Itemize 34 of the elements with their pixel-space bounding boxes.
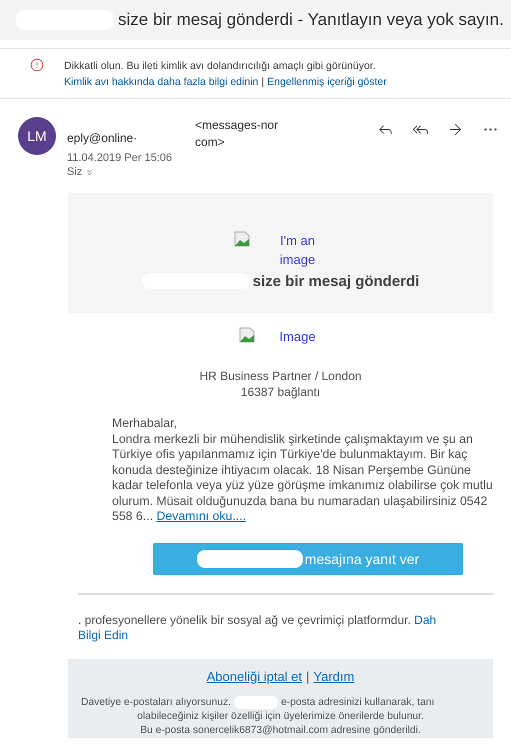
sender-address: com>: [195, 134, 226, 151]
subject-title: size bir mesaj gönderdi - Yanıtlayın veya yok sayın.: [118, 10, 504, 30]
link-separator: |: [306, 668, 310, 684]
footer-notice: e-posta adresinizi kullanarak, tanı: [280, 696, 434, 710]
link-separator: |: [261, 75, 264, 90]
sent-date: 11.04.2019 Per 15:06: [67, 151, 173, 165]
learn-more-link[interactable]: Dah: [414, 612, 436, 626]
help-link[interactable]: Yardım: [313, 668, 354, 684]
warning-text: Dikkatli olun. Bu ileti kimlik avı dolandırıcılığı amaçlı gibi görünüyor.: [64, 59, 377, 74]
footer-notice: Davetiye e-postaları alıyorsunuz.: [81, 696, 231, 710]
profile-headline: HR Business Partner / London: [199, 368, 362, 384]
alert-icon: [30, 58, 44, 72]
learn-more-link[interactable]: Bilgi Edin: [78, 628, 128, 642]
connection-count: 16387 bağlantı: [240, 384, 320, 400]
learn-more-link[interactable]: Kimlik avı hakkında daha fazla bilgi edinin: [64, 74, 258, 90]
image-alt-text: Image: [278, 328, 317, 346]
footer-notice: Bu e-posta sonercelik6873@hotmail.com adresine gönderildi.: [140, 724, 421, 738]
recipient: Siz: [67, 165, 82, 179]
image-alt-text: I'm an image: [278, 232, 316, 268]
broken-image-icon: [238, 327, 254, 343]
sender-address: <messages-nor: [195, 117, 278, 134]
show-blocked-content-link[interactable]: Engellenmiş içeriği göster: [267, 74, 387, 90]
sender-address: eply@online·: [67, 130, 138, 147]
broken-image-icon: [234, 230, 250, 246]
banner-title: size bir mesaj gönderdi: [252, 272, 420, 290]
about-text: . profesyonellere yönelik bir sosyal ağ ve çevrimiçi platformdur.: [78, 612, 411, 626]
greeting: Merhabalar,: [112, 416, 178, 432]
footer-notice: olabileceğiniz kişiler özelliği için üyelerimize önerilerde bulunur.: [137, 710, 424, 724]
expand-icon[interactable]: [85, 168, 94, 176]
forward-icon[interactable]: [447, 121, 464, 138]
message-body: Londra merkezli bir mühendislik şirketinde çalışmaktayım ve şu an Türkiye ofis yapılanmamız için Türkiye'de bulunmaktayım. Bir kaç konuda desteğinize ihtiyacım olacak. 18 Nisan Perşembe Gününe kadar telefonla veya yüz yüze görüşme imkanımız olabilirse çok mutlu olurum. Müsait olduğunuzda bana bu numaradan ulaşabilirsiniz 0542 558 6... Devamını oku....: [112, 432, 494, 524]
avatar: LM: [18, 117, 56, 155]
unsubscribe-link[interactable]: Aboneliği iptal et: [206, 668, 302, 684]
read-more-link[interactable]: Devamını oku....: [156, 509, 246, 523]
